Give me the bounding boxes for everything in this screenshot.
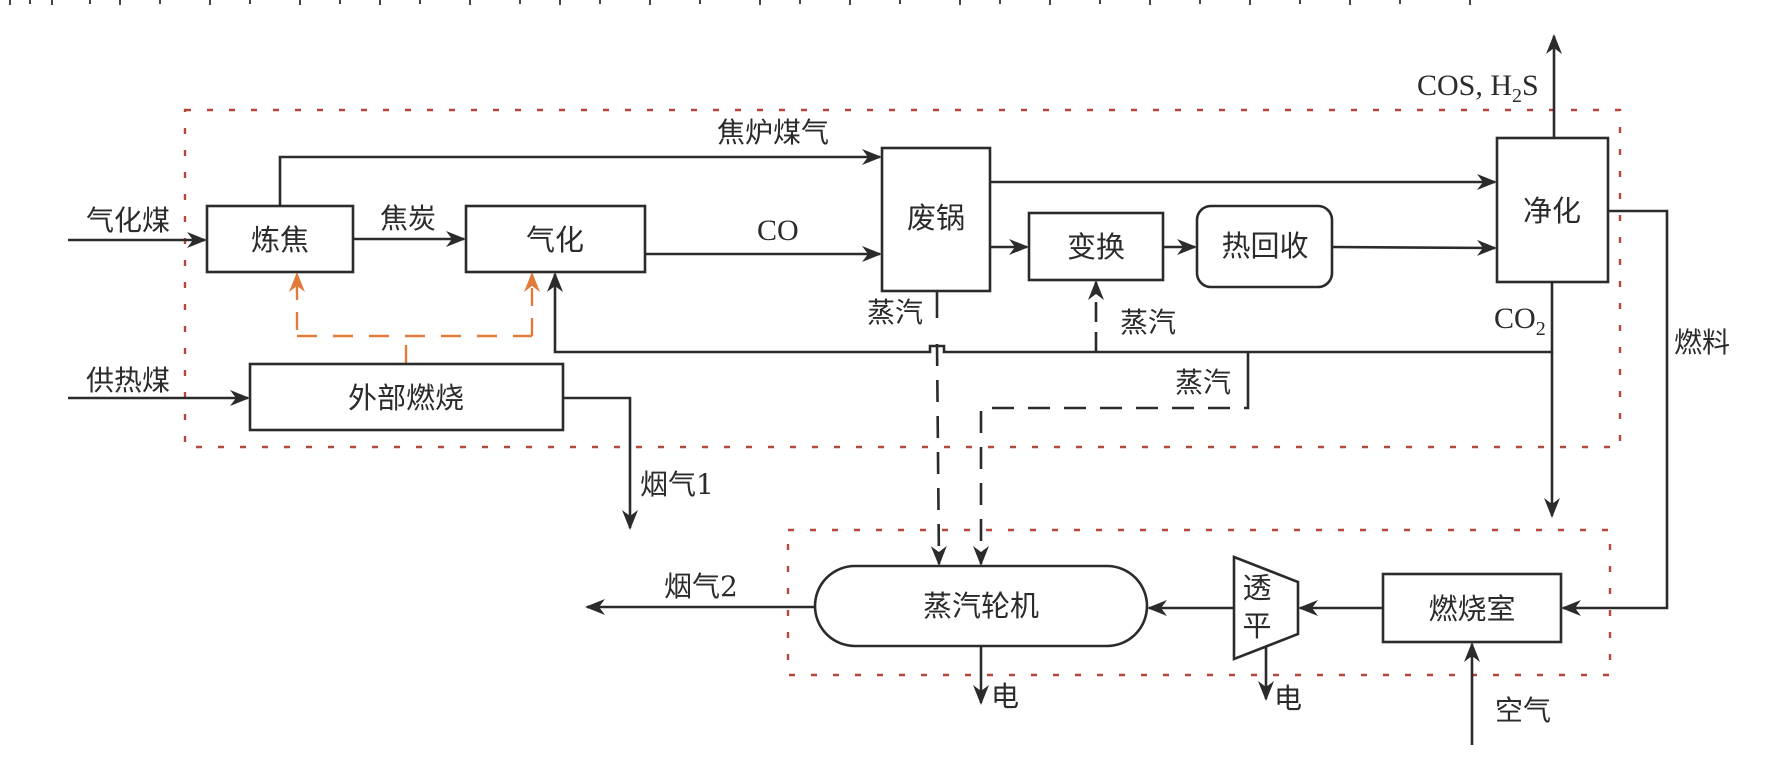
external-combustion-unit[interactable]: 外部燃烧 xyxy=(248,362,565,432)
shift-unit[interactable]: 变换 xyxy=(1027,211,1165,282)
combustor-unit[interactable]: 燃烧室 xyxy=(1381,572,1563,644)
purification-unit-label: 净化 xyxy=(1523,194,1581,228)
gas-turbine-label-line2: 平 xyxy=(1242,609,1271,643)
gasification-coal-label: 气化煤 xyxy=(86,204,170,237)
air-label: 空气 xyxy=(1495,694,1551,727)
external-combustion-unit-label: 外部燃烧 xyxy=(348,381,464,415)
fuel-label: 燃料 xyxy=(1674,326,1730,359)
heat-recovery-unit-label: 热回收 xyxy=(1221,229,1308,263)
steam-turbine-electricity-label: 电 xyxy=(991,680,1019,713)
coking-unit[interactable]: 炼焦 xyxy=(205,204,355,274)
coking-unit-label: 炼焦 xyxy=(251,223,309,257)
co-label: CO xyxy=(757,214,799,247)
co2-label-main: CO xyxy=(1494,302,1536,335)
flue-gas-1-label: 烟气1 xyxy=(640,468,714,501)
gasification-unit[interactable]: 气化 xyxy=(464,204,647,274)
cos-h2s-label-subscript: 2 xyxy=(1512,85,1522,107)
combustor-unit-label: 燃烧室 xyxy=(1428,592,1515,626)
steam-to-turbine-stream xyxy=(973,390,1250,566)
heating-coal-label: 供热煤 xyxy=(86,364,170,397)
shift-steam-label: 蒸汽 xyxy=(1120,306,1176,339)
gas-turbine-label-line1: 透 xyxy=(1242,571,1271,605)
waste-boiler-steam-dashed xyxy=(930,343,947,566)
heat-recovery-to-purification-stream xyxy=(1331,239,1497,256)
heat-recovery-unit[interactable]: 热回收 xyxy=(1195,204,1334,289)
turbine-steam-label: 蒸汽 xyxy=(1175,366,1231,399)
gasification-unit-label: 气化 xyxy=(526,223,584,257)
cos-h2s-label-tail: S xyxy=(1522,69,1539,102)
cos-h2s-label-main: COS, H xyxy=(1417,69,1512,102)
flue-gas-2-label: 烟气2 xyxy=(664,570,738,603)
gas-turbine-unit[interactable]: 透 平 xyxy=(1232,555,1300,661)
co2-label-subscript: 2 xyxy=(1536,318,1546,340)
gas-turbine-electricity-label: 电 xyxy=(1274,682,1302,715)
purification-unit[interactable]: 净化 xyxy=(1495,136,1610,284)
waste-boiler-unit-label: 废锅 xyxy=(907,201,965,235)
coke-label: 焦炭 xyxy=(380,202,436,235)
co2-recycle-stream xyxy=(547,272,1554,354)
clipped-caption-strip xyxy=(0,0,1500,5)
steam-turbine-unit[interactable]: 蒸汽轮机 xyxy=(813,564,1149,648)
waste-boiler-unit[interactable]: 废锅 xyxy=(880,146,992,293)
cos-h2s-label: COS, H2S xyxy=(1417,69,1539,107)
coke-oven-gas-label: 焦炉煤气 xyxy=(717,116,829,149)
waste-boiler-steam-label: 蒸汽 xyxy=(867,296,923,329)
coal-polygeneration-process-diagram: 炼焦 气化 外部燃烧 废锅 变换 热回收 净化 蒸汽轮机 透 平 燃烧室 气化煤… xyxy=(0,0,1730,745)
shift-unit-label: 变换 xyxy=(1067,230,1125,264)
co2-label: CO2 xyxy=(1494,302,1546,340)
steam-turbine-unit-label: 蒸汽轮机 xyxy=(923,589,1039,623)
flue-gas-1-stream xyxy=(563,396,638,530)
coke-oven-gas-stream xyxy=(278,149,882,206)
